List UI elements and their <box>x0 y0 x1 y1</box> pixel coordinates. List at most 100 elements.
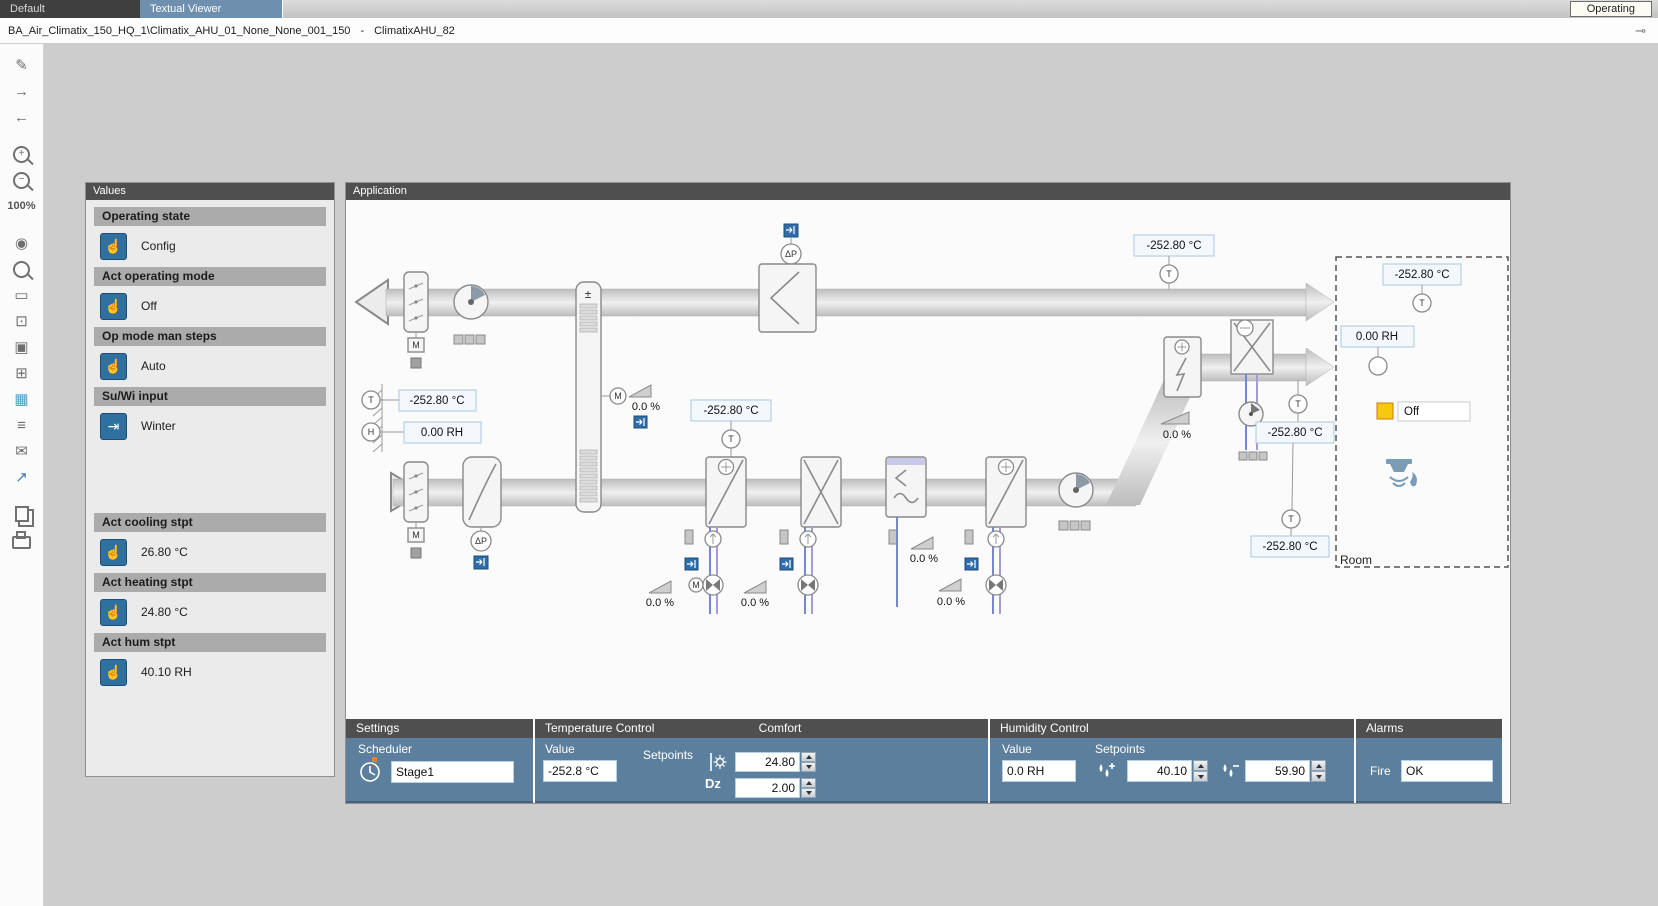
svg-text:0.0 %: 0.0 % <box>632 401 660 413</box>
humidify-setpoint-spinner[interactable] <box>1193 760 1208 782</box>
zoom-in-tool[interactable]: + <box>7 142 37 166</box>
room-temp-value[interactable]: -252.80 °C T <box>1383 264 1461 312</box>
pan-tool[interactable]: ▣ <box>7 335 37 359</box>
tab-default[interactable]: Default <box>0 0 140 18</box>
value-label: Off <box>141 299 157 313</box>
svg-text:0.0 %: 0.0 % <box>910 553 938 565</box>
extract-damper-unit[interactable]: ΔP <box>759 224 816 332</box>
operate-icon[interactable]: ☝ <box>100 659 127 686</box>
forward-tool[interactable]: → <box>7 79 37 103</box>
arrow-left-icon: ← <box>14 109 29 126</box>
fire-label: Fire <box>1370 764 1391 778</box>
operate-icon[interactable]: ☝ <box>100 233 127 260</box>
svg-text:±: ± <box>585 287 592 301</box>
value-label: 40.10 RH <box>141 665 192 679</box>
operate-icon[interactable]: ☝ <box>100 353 127 380</box>
deadzone-spinner[interactable] <box>801 778 816 798</box>
svg-text:ΔP: ΔP <box>785 249 797 259</box>
circulation-pump[interactable] <box>1239 374 1267 460</box>
svg-text:ΔP: ΔP <box>475 536 487 546</box>
cooling-coil[interactable] <box>801 457 841 527</box>
operate-icon[interactable]: ☝ <box>100 539 127 566</box>
svg-text:0.0 %: 0.0 % <box>646 597 674 609</box>
fire-status-field[interactable]: OK <box>1401 760 1493 782</box>
zoom-out-tool[interactable]: − <box>7 168 37 192</box>
svg-text:T: T <box>1295 399 1301 409</box>
cooling-valve[interactable]: 0.0 % <box>741 527 818 614</box>
dehumidify-setpoint-spinner[interactable] <box>1311 760 1326 782</box>
zoom-region-icon: ⊡ <box>15 312 28 330</box>
extract-temp-sensor[interactable]: -252.80 °C T <box>1134 235 1214 289</box>
room-label: Room <box>1340 553 1372 567</box>
operate-icon[interactable]: ☝ <box>100 599 127 626</box>
fit-view-tool[interactable]: ▦ <box>7 387 37 411</box>
heat-recovery-wheel[interactable]: ± M 0.0 % <box>576 282 660 512</box>
copy-icon <box>15 506 29 522</box>
room-humidity-value[interactable]: 0.00 RH <box>1341 326 1414 375</box>
select-rect-tool[interactable]: ▭ <box>7 283 37 307</box>
svg-text:0.00 RH: 0.00 RH <box>1356 331 1398 343</box>
edit-tool[interactable]: ✎ <box>7 53 37 77</box>
comfort-setpoint-spinner[interactable] <box>801 752 816 772</box>
layers-icon: ≡ <box>17 417 26 434</box>
trend-icon: ↗ <box>15 468 28 486</box>
copy-tool[interactable] <box>7 502 37 526</box>
value-row-act-operating-mode[interactable]: ☝ Off <box>100 292 326 320</box>
back-tool[interactable]: ← <box>7 105 37 129</box>
value-row-op-mode-man-steps[interactable]: ☝ Auto <box>100 352 326 380</box>
supply-temp-sensor[interactable]: T -252.80 °C <box>1256 380 1334 443</box>
svg-text:T: T <box>1288 514 1294 524</box>
scheduler-value-field[interactable]: Stage1 <box>391 761 514 783</box>
value-row-config[interactable]: ☝ Config <box>100 232 326 260</box>
heating-coil-1[interactable] <box>706 457 746 527</box>
group-header-act-operating-mode: Act operating mode <box>94 267 326 286</box>
outside-air-damper[interactable]: M <box>404 462 428 558</box>
value-row-act-cooling-stpt[interactable]: ☝ 26.80 °C <box>100 538 326 566</box>
room-status[interactable]: Off <box>1377 402 1470 421</box>
dehumidify-setpoint-field[interactable]: 59.90 <box>1245 760 1310 782</box>
pin-icon[interactable]: ⊸ <box>1635 18 1646 44</box>
value-row-act-heating-stpt[interactable]: ☝ 24.80 °C <box>100 598 326 626</box>
svg-text:T: T <box>1166 269 1172 279</box>
operating-mode-button[interactable]: Operating <box>1570 1 1652 17</box>
trend-tool[interactable]: ↗ <box>7 465 37 489</box>
heating-valve-1[interactable]: 0.0 % M <box>646 527 723 614</box>
exhaust-fan[interactable] <box>454 285 488 344</box>
target-icon: ◉ <box>15 234 28 252</box>
tab-textual-viewer[interactable]: Textual Viewer <box>140 0 283 18</box>
print-tool[interactable] <box>7 528 37 552</box>
svg-text:-252.80 °C: -252.80 °C <box>1146 240 1201 252</box>
outside-temp-value[interactable]: -252.80 °C <box>399 390 476 411</box>
operate-icon[interactable]: ☝ <box>100 293 127 320</box>
value-row-act-hum-stpt[interactable]: ☝ 40.10 RH <box>100 658 326 686</box>
exhaust-air-damper[interactable]: M <box>404 272 428 368</box>
outside-humidity-value[interactable]: 0.00 RH <box>404 422 481 443</box>
humidify-setpoint-field[interactable]: 40.10 <box>1127 760 1192 782</box>
comfort-setpoint-field[interactable]: 24.80 <box>735 752 800 772</box>
breadcrumb-bar: BA_Air_Climatix_150_HQ_1\Climatix_AHU_01… <box>0 18 1658 44</box>
extract-duct <box>356 280 1334 324</box>
value-row-su-wi-input[interactable]: ⇥ Winter <box>100 412 326 440</box>
temp-value-field[interactable]: -252.8 °C <box>543 760 617 782</box>
input-arrow-icon[interactable]: ⇥ <box>100 413 127 440</box>
layers-tool[interactable]: ≡ <box>7 413 37 437</box>
temperature-control-header: Temperature Control Comfort <box>535 719 988 738</box>
group-header-op-mode-man-steps: Op mode man steps <box>94 327 326 346</box>
find-tool[interactable] <box>7 257 37 281</box>
group-header-act-hum-stpt: Act hum stpt <box>94 633 326 652</box>
changeover-damper[interactable] <box>1231 320 1273 374</box>
center-view-tool[interactable]: ◉ <box>7 231 37 255</box>
pen-icon: ✎ <box>15 56 28 74</box>
zoom-region-tool[interactable]: ⊡ <box>7 309 37 333</box>
comment-tool[interactable]: ✉ <box>7 439 37 463</box>
hum-value-field[interactable]: 0.0 RH <box>1002 760 1076 782</box>
heating-coil-2[interactable] <box>986 457 1026 527</box>
pan-icon: ▣ <box>14 338 28 356</box>
supply-fan[interactable] <box>1059 473 1093 530</box>
add-view-tool[interactable]: ⊞ <box>7 361 37 385</box>
plate-heat-exchanger[interactable]: ΔP <box>463 457 501 569</box>
svg-text:T: T <box>1419 298 1425 308</box>
deadzone-field[interactable]: 2.00 <box>735 778 800 798</box>
humidity-control-section: Humidity Control Value 0.0 RH Setpoints … <box>990 719 1354 803</box>
heating-valve-2[interactable]: 0.0 % <box>937 527 1006 614</box>
